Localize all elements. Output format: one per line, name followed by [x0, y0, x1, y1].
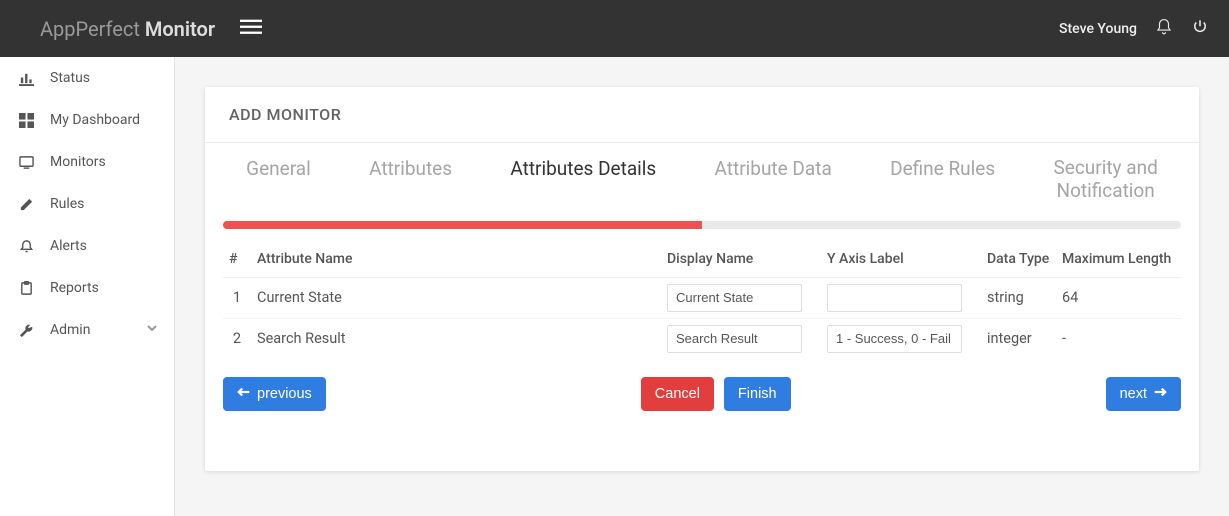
yaxis-label-input[interactable]: [827, 284, 962, 312]
sidebar-item-label: Rules: [50, 196, 158, 212]
progress-bar-track: [223, 221, 1181, 229]
brand-light: AppPerfect: [40, 17, 140, 41]
sidebar-item-dashboard[interactable]: My Dashboard: [0, 99, 174, 141]
finish-button[interactable]: Finish: [724, 377, 791, 411]
previous-button[interactable]: previous: [223, 377, 326, 411]
monitor-icon: [16, 155, 36, 170]
arrow-right-icon: [1153, 385, 1167, 403]
sidebar: Status My Dashboard Monitors Rules Alert…: [0, 57, 175, 516]
hamburger-icon: [240, 16, 262, 42]
button-label: Finish: [738, 386, 777, 402]
wrench-icon: [16, 323, 36, 338]
cell-name: Search Result: [251, 318, 661, 359]
yaxis-label-input[interactable]: [827, 325, 962, 353]
cell-max: -: [1056, 318, 1181, 359]
menu-toggle[interactable]: [240, 16, 262, 42]
brand: AppPerfect Monitor: [40, 17, 215, 41]
col-header-type: Data Type: [981, 241, 1056, 278]
sidebar-item-label: Admin: [50, 322, 146, 338]
col-header-max: Maximum Length: [1056, 241, 1181, 278]
button-label: next: [1120, 386, 1147, 402]
step-attributes[interactable]: Attributes: [363, 157, 458, 203]
topbar-right: Steve Young: [1059, 18, 1209, 40]
user-name[interactable]: Steve Young: [1059, 21, 1137, 37]
button-label: previous: [257, 386, 312, 402]
sidebar-item-alerts[interactable]: Alerts: [0, 225, 174, 267]
progress-bar-fill: [223, 221, 702, 229]
add-monitor-card: ADD MONITOR General Attributes Attribute…: [205, 87, 1199, 471]
cell-num: 1: [223, 277, 251, 318]
step-attributes-details[interactable]: Attributes Details: [504, 157, 662, 203]
page-title: ADD MONITOR: [205, 87, 1199, 142]
bell-icon: [16, 239, 36, 254]
sidebar-item-reports[interactable]: Reports: [0, 267, 174, 309]
sidebar-item-label: Status: [50, 70, 158, 86]
brand-bold: Monitor: [145, 17, 215, 41]
wizard-actions: previous Cancel Finish next: [223, 377, 1181, 411]
attributes-table: # Attribute Name Display Name Y Axis Lab…: [223, 241, 1181, 359]
next-button[interactable]: next: [1106, 377, 1181, 411]
arrow-left-icon: [237, 385, 251, 403]
bar-chart-icon: [16, 71, 36, 86]
col-header-ylabel: Y Axis Label: [821, 241, 981, 278]
cell-max: 64: [1056, 277, 1181, 318]
table-row: 2 Search Result integer -: [223, 318, 1181, 359]
step-security-notification[interactable]: Security andNotification: [1047, 157, 1163, 203]
wizard-steps: General Attributes Attributes Details At…: [205, 143, 1199, 221]
sidebar-item-status[interactable]: Status: [0, 57, 174, 99]
sidebar-item-label: Monitors: [50, 154, 158, 170]
main-content: ADD MONITOR General Attributes Attribute…: [175, 57, 1229, 516]
pencil-icon: [16, 197, 36, 212]
cell-name: Current State: [251, 277, 661, 318]
cell-type: string: [981, 277, 1056, 318]
power-icon[interactable]: [1191, 18, 1209, 40]
col-header-display: Display Name: [661, 241, 821, 278]
button-label: Cancel: [655, 386, 700, 402]
sidebar-item-label: My Dashboard: [50, 112, 158, 128]
step-attribute-data[interactable]: Attribute Data: [709, 157, 838, 203]
bell-icon[interactable]: [1155, 18, 1173, 40]
sidebar-item-rules[interactable]: Rules: [0, 183, 174, 225]
cell-num: 2: [223, 318, 251, 359]
col-header-num: #: [223, 241, 251, 278]
cell-type: integer: [981, 318, 1056, 359]
display-name-input[interactable]: [667, 284, 802, 312]
cancel-button[interactable]: Cancel: [641, 377, 714, 411]
topbar: AppPerfect Monitor Steve Young: [0, 0, 1229, 57]
display-name-input[interactable]: [667, 325, 802, 353]
clipboard-icon: [16, 281, 36, 296]
sidebar-item-monitors[interactable]: Monitors: [0, 141, 174, 183]
sidebar-item-label: Alerts: [50, 238, 158, 254]
grid-icon: [16, 113, 36, 128]
col-header-name: Attribute Name: [251, 241, 661, 278]
sidebar-item-label: Reports: [50, 280, 158, 296]
table-row: 1 Current State string 64: [223, 277, 1181, 318]
step-define-rules[interactable]: Define Rules: [884, 157, 1001, 203]
chevron-down-icon: [146, 322, 158, 338]
sidebar-item-admin[interactable]: Admin: [0, 309, 174, 351]
step-general[interactable]: General: [240, 157, 317, 203]
